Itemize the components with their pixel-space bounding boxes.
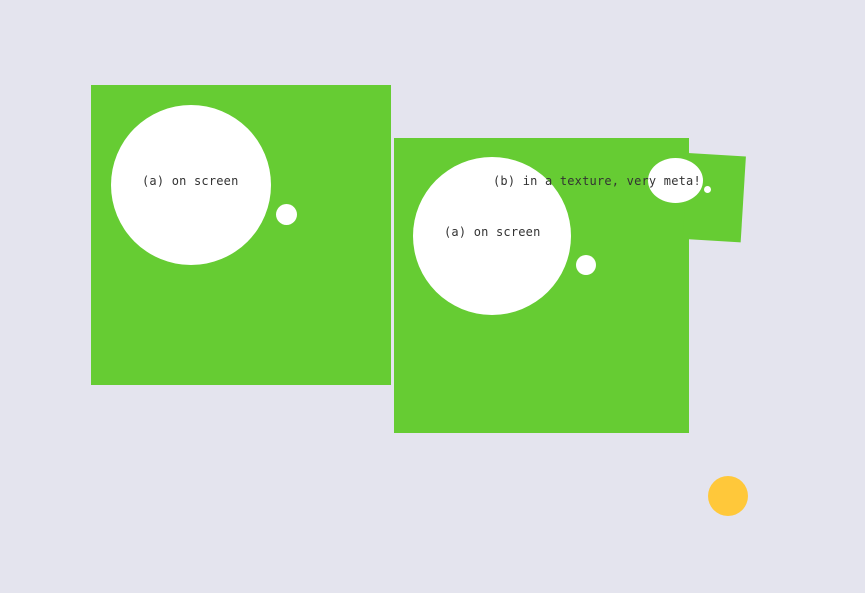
label-on-screen: (a) on screen: [142, 174, 239, 188]
texture-small-bubble: [576, 255, 596, 275]
small-bubble: [276, 204, 297, 225]
label-in-texture: (b) in a texture, very meta!: [493, 174, 701, 188]
meta-small-bubble: [704, 186, 711, 193]
label-texture-on-screen: (a) on screen: [444, 225, 541, 239]
scene-canvas: (a) on screen (a) on screen (b) in a tex…: [0, 0, 865, 593]
yellow-circle-icon: [708, 476, 748, 516]
panel-on-screen: (a) on screen: [91, 85, 391, 385]
